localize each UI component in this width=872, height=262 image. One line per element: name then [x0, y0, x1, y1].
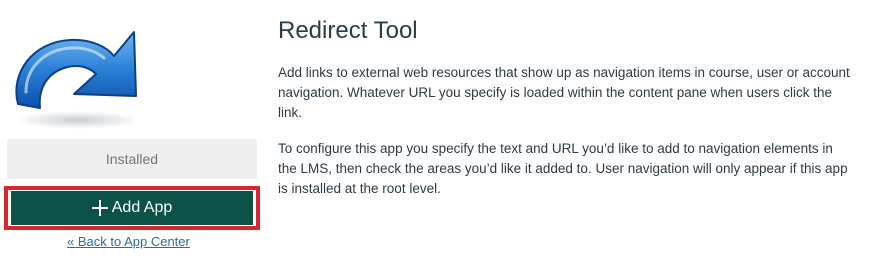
app-configuration-description: To configure this app you specify the te… — [278, 141, 848, 196]
plus-icon — [91, 200, 108, 216]
curved-arrow-redirect-icon — [15, 31, 140, 129]
page-title: Redirect Tool — [278, 17, 418, 44]
app-description: Add links to external web resources that… — [278, 65, 850, 120]
add-app-button[interactable]: Add App — [11, 191, 253, 225]
back-to-app-center-link[interactable]: « Back to App Center — [67, 234, 190, 249]
add-app-label: Add App — [111, 199, 173, 216]
app-sidebar: Installed Add App « Back to App Center — [0, 0, 264, 262]
installed-label: Installed — [105, 151, 159, 167]
installed-badge: Installed — [7, 139, 257, 179]
